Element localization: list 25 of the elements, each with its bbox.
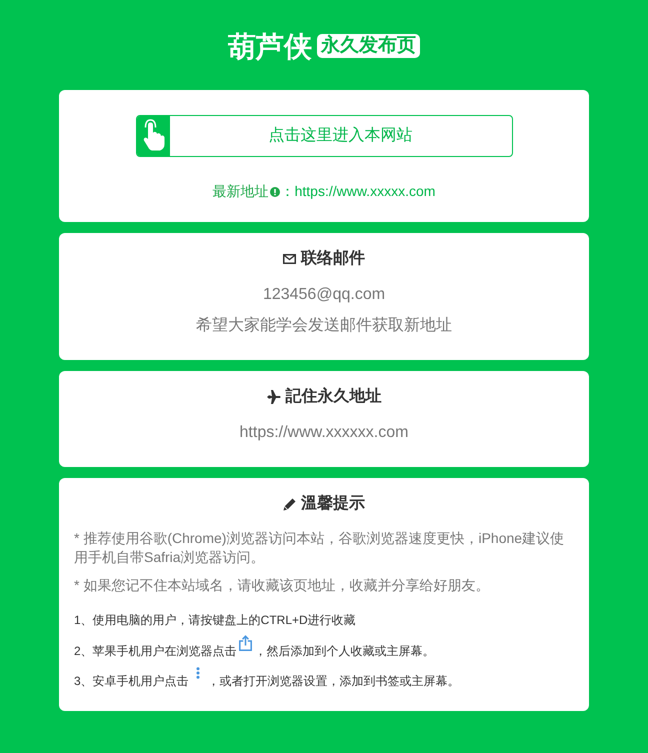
tip-step-text: 2、苹果手机用户在浏览器点击 — [74, 644, 237, 658]
tip-step-text: ，然后添加到个人收藏或主屏幕。 — [254, 644, 435, 658]
tip-step-text: 3、安卓手机用户点击 — [74, 674, 189, 688]
pencil-icon — [283, 498, 296, 510]
title-badge: 永久发布页 — [317, 34, 420, 58]
share-icon — [238, 635, 252, 651]
tip-note: * 推荐使用谷歌(Chrome)浏览器访问本站，谷歌浏览器速度更快，iPhone建议使用手机自带Safria浏览器访问。 — [74, 529, 566, 567]
airplane-icon — [266, 390, 280, 404]
latest-address-link[interactable]: ：https://www.xxxxx.com — [280, 183, 436, 199]
latest-address-label: 最新地址 — [212, 183, 269, 199]
section-heading: 联络邮件 — [301, 248, 365, 269]
section-text: 希望大家能学会发送邮件获取新地址 — [195, 316, 453, 336]
info-icon — [270, 187, 280, 197]
tip-step: 1、使用电脑的用户，请按键盘上的CTRL+D进行收藏 — [74, 605, 574, 635]
section-heading: 溫馨提示 — [301, 494, 365, 514]
section-heading: 記住永久地址 — [286, 386, 382, 407]
enter-site-button[interactable]: 点击这里进入本网站 — [136, 115, 512, 157]
section-text: https://www.xxxxxx.com — [238, 423, 410, 443]
section-text: 123456@qq.com — [262, 285, 386, 305]
tip-step-text: ，或者打开浏览器设置，添加到书签或主屏幕。 — [208, 674, 460, 688]
envelope-icon — [283, 254, 296, 264]
pointing-hand-icon — [136, 116, 170, 156]
tip-note: * 如果您记不住本站域名，请收藏该页地址，收藏并分享给好朋友。 — [74, 576, 490, 595]
more-icon — [196, 667, 200, 679]
site-title: 葫芦侠 — [228, 30, 312, 64]
